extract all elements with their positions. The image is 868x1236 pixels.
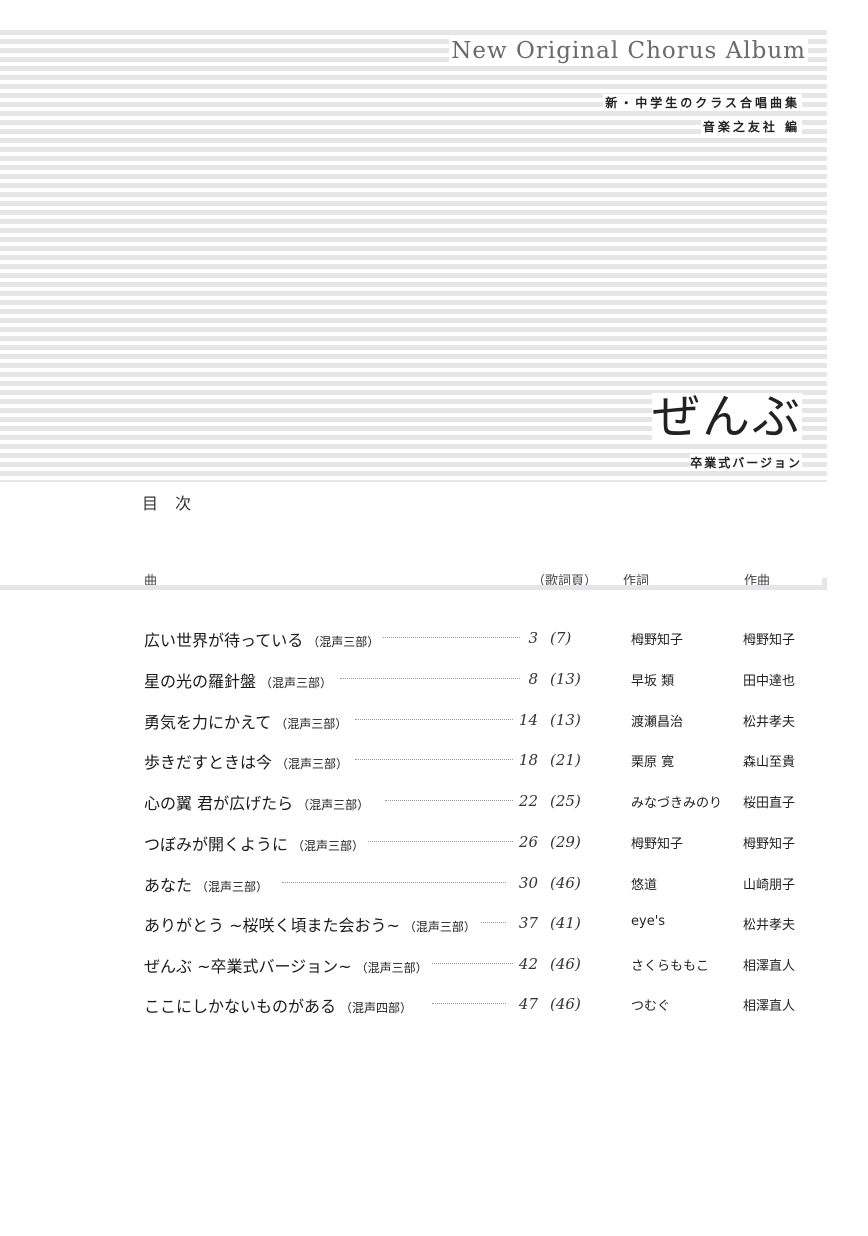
lyricist-name: つむぐ [631,999,671,1014]
header-divider-end [822,578,827,590]
lyricist-name: 栂野知子 [631,837,684,852]
toc-row[interactable]: つぼみが開くように （混声三部） 26 (29) 栂野知子 栂野知子 [0,831,868,861]
toc-row[interactable]: 勇気を力にかえて （混声三部） 14 (13) 渡瀬昌治 松井孝夫 [0,709,868,739]
lyrics-page-number: (29) [550,833,581,851]
publisher-credit: 音楽之友社 編 [700,118,802,135]
song-title: 広い世界が待っている （混声三部） [144,627,384,651]
song-title: つぼみが開くように （混声三部） [144,831,369,855]
song-title: あなた （混声三部） [144,872,273,896]
page-number: 30 [518,874,538,892]
lyricist-name: さくらももこ [631,959,710,974]
lyrics-page-number: (46) [550,995,581,1013]
lyricist-name: 早坂 類 [631,674,675,689]
page-number: 22 [518,792,538,810]
song-title: 歩きだすときは今 （混声三部） [144,749,353,773]
dot-leader [282,882,506,883]
composer-name: 桜田直子 [743,796,796,811]
toc-row[interactable]: 広い世界が待っている （混声三部） 3 (7) 栂野知子 栂野知子 [0,627,868,657]
dot-leader [340,678,520,679]
toc-heading: 目 次 [142,494,198,513]
song-title: 星の光の羅針盤 （混声三部） [144,668,337,692]
main-title: ぜんぶ [651,389,802,445]
toc-row[interactable]: ぜんぶ ~卒業式バージョン~ （混声三部） 42 (46) さくらももこ 相澤直人 [0,953,868,983]
lyricist-name: みなづきみのり [631,796,723,811]
page-number: 42 [518,955,538,973]
lyrics-page-number: (21) [550,751,581,769]
dot-leader [365,841,513,842]
lyrics-page-number: (7) [550,629,572,647]
dot-leader [385,800,513,801]
composer-name: 相澤直人 [743,959,796,974]
collection-subtitle: 新・中学生のクラス合唱曲集 [603,94,802,111]
composer-name: 松井孝夫 [743,918,796,933]
composer-name: 相澤直人 [743,999,796,1014]
header-divider [0,585,827,590]
lyricist-name: 渡瀬昌治 [631,715,684,730]
song-title: 心の翼 君が広げたら （混声三部） [144,790,374,814]
composer-name: 山崎朋子 [743,878,796,893]
version-title: 卒業式バージョン [690,454,802,471]
lyrics-page-number: (25) [550,792,581,810]
dot-leader [432,1003,506,1004]
toc-row[interactable]: ありがとう ~桜咲く頃また会おう~ （混声三部） 37 (41) eye's 松井… [0,912,868,942]
lyrics-page-number: (13) [550,711,581,729]
page-number: 26 [518,833,538,851]
page-number: 37 [518,914,538,932]
lyrics-page-number: (46) [550,874,581,892]
page-number: 3 [528,629,538,647]
page-number: 47 [518,995,538,1013]
song-title: ここにしかないものがある （混声四部） [144,993,417,1017]
toc-row[interactable]: 心の翼 君が広げたら （混声三部） 22 (25) みなづきみのり 桜田直子 [0,790,868,820]
toc-row[interactable]: ここにしかないものがある （混声四部） 47 (46) つむぐ 相澤直人 [0,993,868,1023]
toc-row[interactable]: 歩きだすときは今 （混声三部） 18 (21) 栗原 寛 森山至貴 [0,749,868,779]
song-title: ぜんぶ ~卒業式バージョン~ （混声三部） [144,953,432,977]
lyricist-name: 悠道 [631,878,658,893]
composer-name: 松井孝夫 [743,715,796,730]
lyricist-name: 栂野知子 [631,633,684,648]
lyricist-name: 栗原 寛 [631,755,675,770]
song-title: 勇気を力にかえて （混声三部） [144,709,352,733]
dot-leader [355,759,513,760]
dot-leader [355,719,513,720]
lyrics-page-number: (13) [550,670,581,688]
composer-name: 田中達也 [743,674,796,689]
toc-row[interactable]: 星の光の羅針盤 （混声三部） 8 (13) 早坂 類 田中達也 [0,668,868,698]
page-number: 14 [518,711,538,729]
series-title: New Original Chorus Album [449,38,808,64]
song-title: ありがとう ~桜咲く頃また会おう~ （混声三部） [144,912,480,936]
lyrics-page-number: (46) [550,955,581,973]
page-number: 8 [528,670,538,688]
lyrics-page-number: (41) [550,914,581,932]
toc-row[interactable]: あなた （混声三部） 30 (46) 悠道 山崎朋子 [0,872,868,902]
composer-name: 栂野知子 [743,837,796,852]
composer-name: 栂野知子 [743,633,796,648]
page-number: 18 [518,751,538,769]
dot-leader [380,637,520,638]
composer-name: 森山至貴 [743,755,796,770]
lyricist-name: eye's [631,914,666,929]
